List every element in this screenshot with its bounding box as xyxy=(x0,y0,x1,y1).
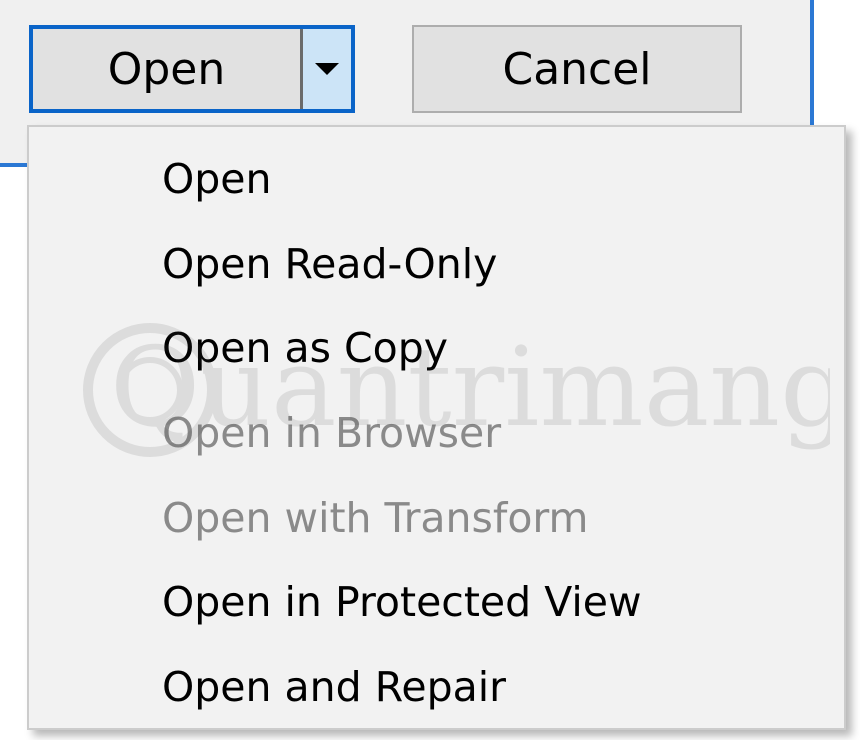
open-dropdown-toggle[interactable] xyxy=(303,29,351,109)
menu-item-open[interactable]: Open xyxy=(29,137,844,222)
open-dialog-footer: Open Cancel Open Open Read-Only Open as … xyxy=(0,0,860,740)
open-options-menu: Open Open Read-Only Open as Copy Open in… xyxy=(27,125,846,730)
open-button[interactable]: Open xyxy=(33,29,303,109)
menu-item-open-in-browser: Open in Browser xyxy=(162,409,502,458)
menu-item-open-with-transform: Open with Transform xyxy=(162,493,589,542)
chevron-down-icon xyxy=(315,63,339,75)
menu-item-open-as-copy[interactable]: Open as Copy xyxy=(29,306,844,391)
menu-item-open-and-repair[interactable]: Open and Repair xyxy=(29,645,844,730)
open-split-button[interactable]: Open xyxy=(29,25,355,113)
menu-item-open-read-only[interactable]: Open Read-Only xyxy=(29,222,844,307)
dialog-border-left xyxy=(0,163,30,167)
cancel-button[interactable]: Cancel xyxy=(412,25,742,113)
menu-item-open-in-protected-view[interactable]: Open in Protected View xyxy=(29,560,844,645)
